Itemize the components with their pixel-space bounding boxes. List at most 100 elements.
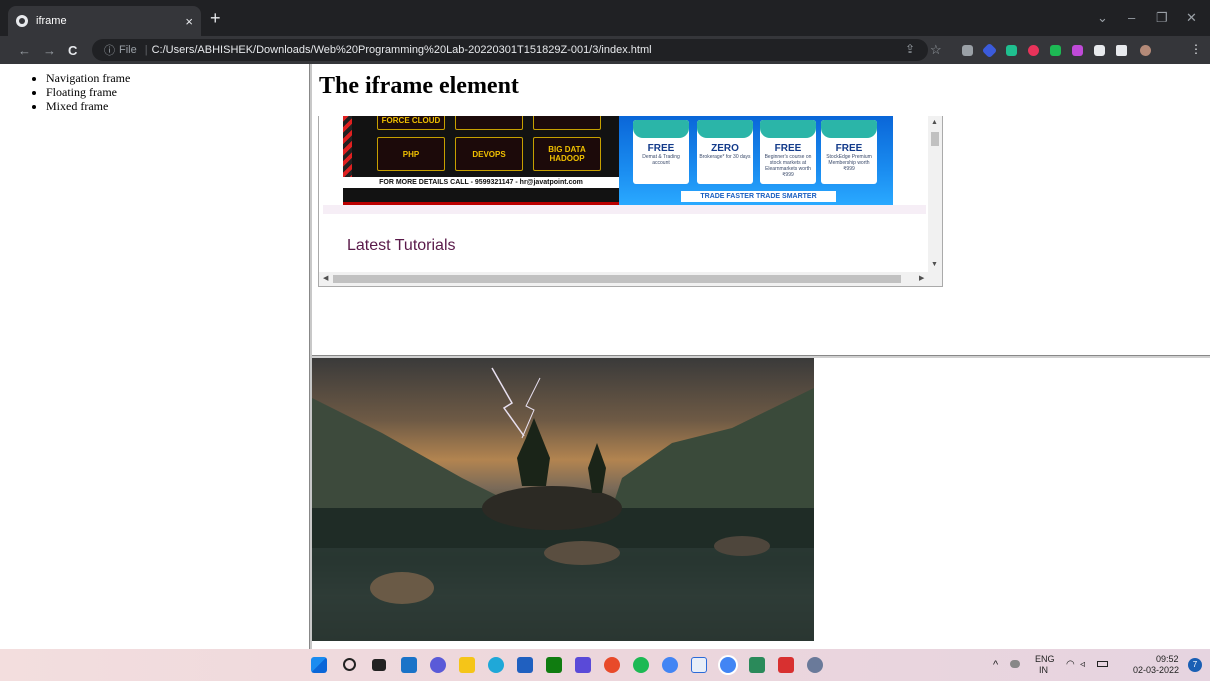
- scrollbar-thumb[interactable]: [931, 132, 939, 146]
- globe-icon: [16, 15, 28, 27]
- bookmark-star-icon[interactable]: ☆: [930, 42, 942, 58]
- list-item: Navigation frame: [46, 71, 309, 85]
- pin-extension-icon[interactable]: [1006, 45, 1017, 56]
- close-window-button[interactable]: ✕: [1186, 10, 1197, 26]
- stock-ad-banner[interactable]: FREE Demat & Trading account ZERO Broker…: [619, 116, 893, 205]
- ad-contact-line: FOR MORE DETAILS CALL - 9599321147 - hr@…: [343, 177, 619, 188]
- embedded-iframe[interactable]: FORCE CLOUD KOTLIN PHP DEVOPS BIG DATA H…: [318, 116, 943, 287]
- scrollbar-thumb[interactable]: [333, 275, 901, 283]
- ad-card: FREE Demat & Trading account: [633, 120, 689, 184]
- ad-course-box: [455, 116, 523, 130]
- chrome-canary-icon[interactable]: [604, 657, 620, 673]
- address-bar[interactable]: ⓘ File | C:/Users/ABHISHEK/Downloads/Web…: [92, 39, 928, 61]
- iframe-vertical-scrollbar[interactable]: ▲ ▼: [928, 116, 942, 273]
- minimize-button[interactable]: –: [1128, 10, 1135, 25]
- ad-card-title: FREE: [835, 143, 863, 154]
- latest-tutorials-link[interactable]: Latest Tutorials: [347, 237, 456, 255]
- record-extension-icon[interactable]: [1028, 45, 1039, 56]
- restore-button[interactable]: ❐: [1156, 10, 1168, 26]
- ad-card-title: ZERO: [711, 143, 739, 154]
- edge-browser-icon[interactable]: [488, 657, 504, 673]
- clock-date[interactable]: 02-03-2022: [1133, 665, 1179, 675]
- ad-card-text: Brokerage* for 30 days: [699, 154, 751, 160]
- pdf-reader-icon[interactable]: [778, 657, 794, 673]
- ad-card: ZERO Brokerage* for 30 days: [697, 120, 753, 184]
- tab-close-icon[interactable]: ×: [185, 14, 193, 29]
- camera-extension-icon[interactable]: [962, 45, 973, 56]
- ad-card-icon: [633, 120, 689, 138]
- file-explorer-icon[interactable]: [459, 657, 475, 673]
- notepad-icon[interactable]: [691, 657, 707, 673]
- ad-course-box: KOTLIN: [533, 116, 601, 130]
- ad-course-box: DEVOPS: [455, 137, 523, 171]
- studio-icon[interactable]: [575, 657, 591, 673]
- browser-toolbar: ← → C ⓘ File | C:/Users/ABHISHEK/Downloa…: [0, 36, 1210, 64]
- volume-icon[interactable]: ◃: [1080, 659, 1085, 670]
- chat-icon[interactable]: [430, 657, 446, 673]
- scheme-separator: |: [144, 44, 148, 56]
- settings-gear-icon[interactable]: [807, 657, 823, 673]
- notification-badge[interactable]: 7: [1188, 658, 1202, 672]
- ad-card-text: Demat & Trading account: [642, 154, 680, 166]
- ad-card-icon: [697, 120, 753, 138]
- ad-card-title: FREE: [774, 143, 802, 154]
- browser-tab[interactable]: iframe ×: [8, 6, 201, 36]
- scroll-up-arrow-icon[interactable]: ▲: [931, 119, 938, 126]
- search-icon[interactable]: [343, 658, 356, 671]
- landscape-image: [312, 358, 814, 641]
- wifi-icon[interactable]: ◠: [1066, 659, 1075, 670]
- ad-card: FREE Beginner's course on stock markets …: [760, 120, 816, 184]
- start-button-icon[interactable]: [311, 657, 327, 673]
- diamond-extension-icon[interactable]: [981, 42, 998, 59]
- landscape-illustration: [312, 367, 814, 641]
- share-icon[interactable]: ⇪: [905, 42, 915, 56]
- back-button[interactable]: ←: [18, 43, 31, 58]
- windows-taskbar: ^ ENG IN ◠ ◃ 09:52 02-03-2022 7: [0, 649, 1210, 681]
- tab-search-chevron-icon[interactable]: ⌄: [1097, 10, 1108, 26]
- list-item: Floating frame: [46, 85, 309, 99]
- scroll-left-arrow-icon[interactable]: ◀: [323, 274, 328, 282]
- language-code[interactable]: ENG: [1035, 654, 1055, 664]
- browser-titlebar: iframe × + ⌄ – ❐ ✕: [0, 0, 1210, 36]
- ad-card: FREE StockEdge Premium Membership worth …: [821, 120, 877, 184]
- chrome-active-icon[interactable]: [720, 657, 736, 673]
- scroll-right-arrow-icon[interactable]: ▶: [919, 274, 924, 282]
- scheme-label: File: [119, 44, 137, 56]
- list-item: Mixed frame: [46, 99, 309, 113]
- new-tab-button[interactable]: +: [210, 9, 221, 27]
- tray-chevron-icon[interactable]: ^: [993, 659, 998, 671]
- puzzle-extensions-icon[interactable]: [1116, 45, 1127, 56]
- chrome-profile-icon[interactable]: [662, 657, 678, 673]
- language-region[interactable]: IN: [1039, 665, 1048, 675]
- xbox-icon[interactable]: [546, 657, 562, 673]
- edit-extension-icon[interactable]: [1094, 45, 1105, 56]
- url-text[interactable]: C:/Users/ABHISHEK/Downloads/Web%20Progra…: [152, 44, 652, 56]
- ad-card-text: Beginner's course on stock markets at El…: [764, 154, 812, 178]
- document-icon[interactable]: [749, 657, 765, 673]
- ad-course-box: BIG DATA HADOOP: [533, 137, 601, 171]
- widgets-icon[interactable]: [401, 657, 417, 673]
- forward-button[interactable]: →: [43, 43, 56, 58]
- kebab-menu-icon[interactable]: ⋮: [1190, 42, 1202, 56]
- ad-course-box: FORCE CLOUD: [377, 116, 445, 130]
- profile-avatar[interactable]: [1140, 45, 1151, 56]
- store-icon[interactable]: [517, 657, 533, 673]
- ad-card-icon: [760, 120, 816, 138]
- divider-band: [323, 205, 926, 214]
- scroll-down-arrow-icon[interactable]: ▼: [931, 261, 938, 268]
- info-icon[interactable]: ⓘ: [104, 42, 115, 58]
- battery-icon[interactable]: [1097, 661, 1108, 667]
- purple-extension-icon[interactable]: [1072, 45, 1083, 56]
- green-extension-icon[interactable]: [1050, 45, 1061, 56]
- ad-stripe: [343, 116, 352, 186]
- task-view-icon[interactable]: [372, 659, 386, 671]
- reload-button[interactable]: C: [68, 43, 77, 58]
- ad-tagline: TRADE FASTER TRADE SMARTER: [681, 191, 836, 202]
- ad-card-text: StockEdge Premium Membership worth ₹999: [826, 154, 872, 172]
- clock-time[interactable]: 09:52: [1156, 654, 1179, 664]
- iframe-horizontal-scrollbar[interactable]: ◀ ▶: [319, 272, 942, 286]
- onedrive-icon[interactable]: [1010, 660, 1020, 668]
- spotify-icon[interactable]: [633, 657, 649, 673]
- javatpoint-ad-banner[interactable]: FORCE CLOUD KOTLIN PHP DEVOPS BIG DATA H…: [343, 116, 619, 205]
- left-frame: Navigation frame Floating frame Mixed fr…: [0, 64, 309, 649]
